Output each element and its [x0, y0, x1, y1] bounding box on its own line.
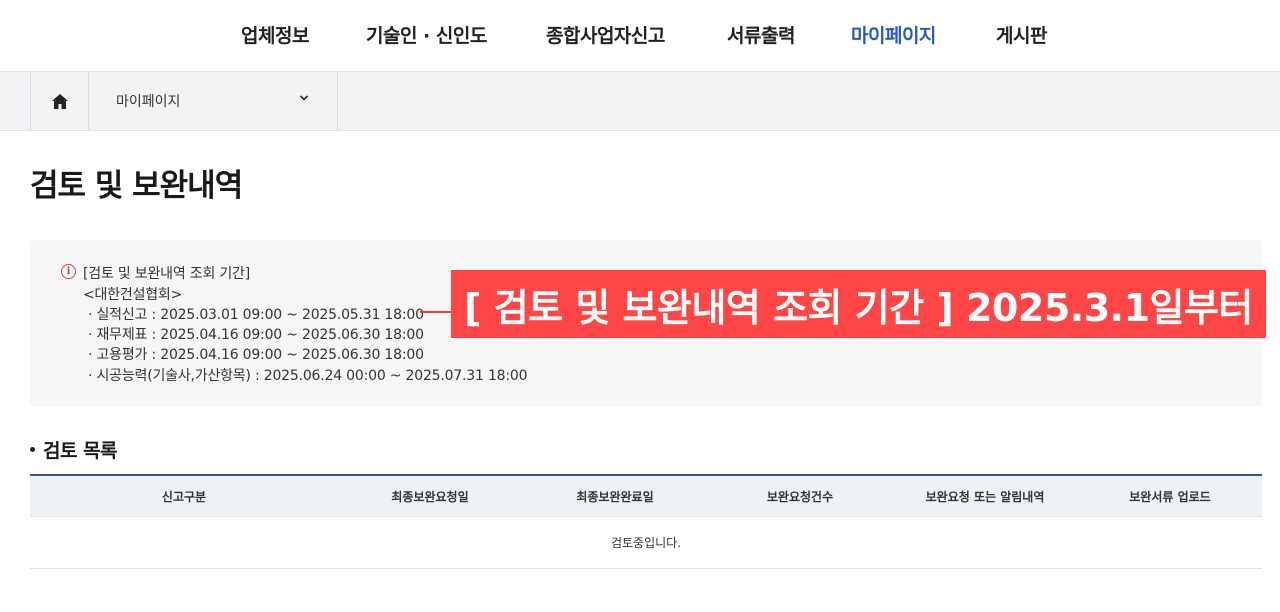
column-header-document-upload: 보완서류 업로드	[1129, 490, 1211, 504]
column-header-request-count: 보완요청건수	[766, 490, 834, 504]
table-row: 검토중입니다.	[30, 517, 1262, 569]
review-table: 신고구분 최종보완요청일 최종보완완료일 보완요청건수 보완요청 또는 알림내역…	[30, 474, 1262, 569]
section-title: 검토 목록	[43, 440, 118, 462]
top-navigation: 업체정보 기술인 · 신인도 종합사업자신고 서류출력 마이페이지 게시판	[0, 0, 1280, 72]
home-button[interactable]	[30, 72, 89, 130]
info-period-line: · 시공능력(기술사,가산항목) : 2025.06.24 00:00 ~ 20…	[88, 368, 528, 384]
table-header: 신고구분 최종보완요청일 최종보완완료일 보완요청건수 보완요청 또는 알림내역…	[30, 474, 1262, 517]
breadcrumb: 마이페이지	[0, 72, 1280, 131]
empty-message: 검토중입니다.	[610, 536, 682, 550]
page-title: 검토 및 보완내역	[30, 168, 243, 204]
info-icon: i	[61, 264, 76, 279]
breadcrumb-current: 마이페이지	[116, 94, 181, 110]
breadcrumb-dropdown[interactable]: 마이페이지	[89, 72, 338, 130]
info-period-line: · 고용평가 : 2025.04.16 09:00 ~ 2025.06.30 1…	[88, 347, 424, 363]
nav-item-company-info[interactable]: 업체정보	[241, 21, 309, 48]
home-icon	[51, 93, 68, 109]
info-organization: <대한건설협회>	[83, 287, 183, 303]
review-period-banner: [ 검토 및 보완내역 조회 기간 ] 2025.3.1일부터	[451, 270, 1266, 338]
nav-item-mypage[interactable]: 마이페이지	[851, 21, 936, 48]
nav-item-document-print[interactable]: 서류출력	[727, 21, 795, 48]
info-heading: [검토 및 보완내역 조회 기간]	[83, 266, 251, 282]
info-period-line: · 재무제표 : 2025.04.16 09:00 ~ 2025.06.30 1…	[88, 327, 424, 343]
nav-item-engineer-credibility[interactable]: 기술인 · 신인도	[366, 21, 487, 48]
banner-text: [ 검토 및 보완내역 조회 기간 ] 2025.3.1일부터	[464, 285, 1253, 330]
chevron-down-icon	[299, 95, 309, 101]
info-period-line: · 실적신고 : 2025.03.01 09:00 ~ 2025.05.31 1…	[88, 307, 424, 323]
column-header-request-notice: 보완요청 또는 알림내역	[925, 490, 1045, 504]
column-header-report-type: 신고구분	[161, 490, 207, 504]
column-header-last-request-date: 최종보완요청일	[391, 490, 469, 504]
column-header-last-complete-date: 최종보완완료일	[576, 490, 654, 504]
section-bullet	[30, 447, 35, 452]
nav-item-board[interactable]: 게시판	[996, 21, 1047, 48]
nav-item-business-report[interactable]: 종합사업자신고	[546, 21, 665, 48]
banner-connector-line	[420, 311, 451, 313]
